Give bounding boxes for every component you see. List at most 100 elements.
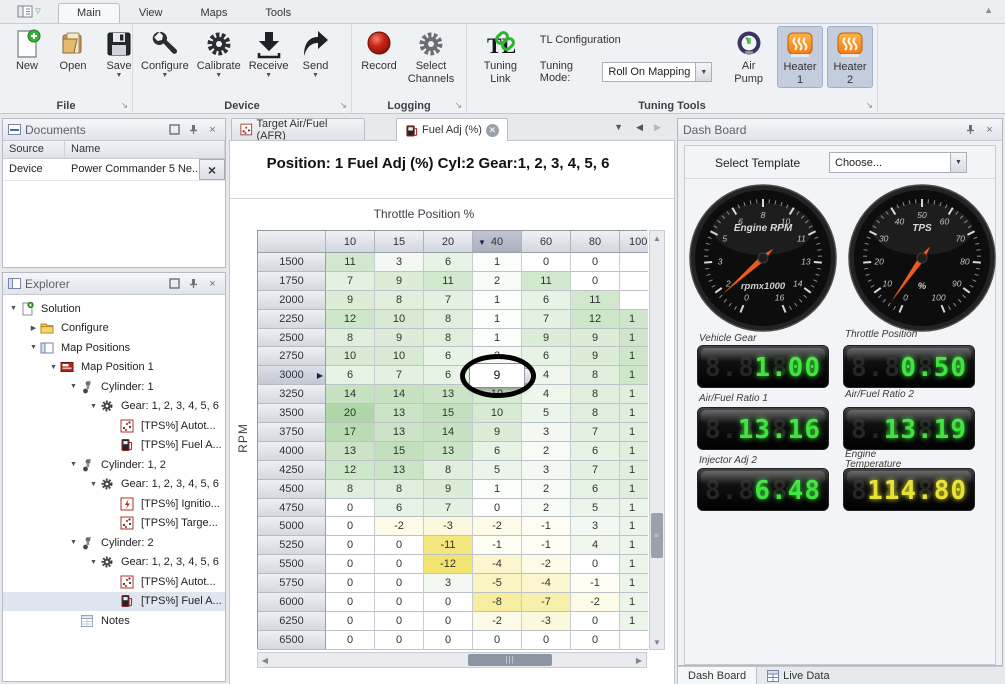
cell-5500-10[interactable]: 0 [326,555,375,574]
column-header-name[interactable]: Name [65,141,225,158]
ribbon-collapse-icon[interactable]: ▲ [984,5,993,15]
row-header-4250[interactable]: 4250 [258,461,326,480]
cell-4250-100[interactable]: 1 [620,461,648,480]
tuning-mode-dropdown[interactable]: Roll On Mapping ▼ [602,62,712,82]
expander-open-icon[interactable]: ▼ [67,539,80,546]
tuning-tools-dialog-launcher-icon[interactable]: ↘ [865,100,873,111]
template-dropdown-arrow[interactable]: ▼ [950,153,966,172]
cell-2250-60[interactable]: 7 [522,310,571,329]
cell-1500-40[interactable]: 1 [473,253,522,272]
cell-1500-10[interactable]: 11 [326,253,375,272]
cell-4000-10[interactable]: 13 [326,442,375,461]
cell-5000-100[interactable]: 1 [620,517,648,536]
row-header-4500[interactable]: 4500 [258,480,326,499]
close-icon[interactable]: × [982,122,997,137]
configure-dropdown-arrow[interactable]: ▼ [161,73,168,79]
cell-2500-60[interactable]: 9 [522,329,571,348]
cell-2500-15[interactable]: 9 [375,329,424,348]
cell-3500-80[interactable]: 8 [571,404,620,423]
cell-1500-80[interactable]: 0 [571,253,620,272]
record-button[interactable]: Record [356,26,402,73]
cell-3000-80[interactable]: 8 [571,366,620,385]
cell-2500-80[interactable]: 9 [571,329,620,348]
cell-4250-40[interactable]: 5 [473,461,522,480]
tab-close-icon[interactable]: ✕ [486,124,499,137]
cell-5750-10[interactable]: 0 [326,574,375,593]
cell-5500-100[interactable]: 1 [620,555,648,574]
cell-3000-100[interactable]: 1 [620,366,648,385]
vertical-scrollbar[interactable]: ▲ ≡ ▼ [649,230,665,650]
horizontal-scrollbar-thumb[interactable]: ||| [468,654,552,666]
column-header-20[interactable]: 20 [424,231,473,253]
scroll-down-icon[interactable]: ▼ [650,635,664,649]
cell-5500-80[interactable]: 0 [571,555,620,574]
cell-1750-40[interactable]: 2 [473,272,522,291]
row-header-4750[interactable]: 4750 [258,499,326,518]
cell-2000-60[interactable]: 6 [522,291,571,310]
close-icon[interactable]: × [205,122,220,137]
cell-4250-10[interactable]: 12 [326,461,375,480]
receive-button[interactable]: Receive▼ [245,26,293,79]
row-header-3250[interactable]: 3250 [258,385,326,404]
cell-6000-20[interactable]: 0 [424,593,473,612]
tuning-link-button[interactable]: TL Tuning Link [471,26,530,86]
cell-4000-100[interactable]: 1 [620,442,648,461]
cell-6250-60[interactable]: -3 [522,612,571,631]
column-header-source[interactable]: Source [3,141,65,158]
expander-open-icon[interactable]: ▼ [87,481,100,488]
row-header-6000[interactable]: 6000 [258,593,326,612]
row-header-4000[interactable]: 4000 [258,442,326,461]
cell-2000-80[interactable]: 11 [571,291,620,310]
column-header-40[interactable]: ▼40 [473,231,522,253]
row-header-5250[interactable]: 5250 [258,536,326,555]
cell-6500-100[interactable] [620,631,648,650]
cell-6000-10[interactable]: 0 [326,593,375,612]
cell-1750-15[interactable]: 9 [375,272,424,291]
cell-4000-60[interactable]: 2 [522,442,571,461]
document-close-button[interactable]: × [199,159,225,180]
cell-2250-10[interactable]: 12 [326,310,375,329]
document-row[interactable]: Device Power Commander 5 Ne... × [3,159,225,181]
row-header-2500[interactable]: 2500 [258,329,326,348]
row-header-3500[interactable]: 3500 [258,404,326,423]
column-header-15[interactable]: 15 [375,231,424,253]
quick-access-toolbar[interactable]: ▽ [0,0,58,23]
tree-item-tps-autot[interactable]: [TPS%] Autot... [3,416,225,436]
cell-5750-80[interactable]: -1 [571,574,620,593]
cell-2000-10[interactable]: 9 [326,291,375,310]
tuning-mode-dropdown-arrow[interactable]: ▼ [695,63,711,81]
cell-3250-15[interactable]: 14 [375,385,424,404]
vertical-scrollbar-thumb[interactable]: ≡ [651,513,663,558]
cell-2500-20[interactable]: 8 [424,329,473,348]
tab-scroll-right-icon[interactable]: ▶ [654,122,661,133]
cell-5250-40[interactable]: -1 [473,536,522,555]
cell-5250-100[interactable]: 1 [620,536,648,555]
cell-3250-100[interactable]: 1 [620,385,648,404]
cell-6000-15[interactable]: 0 [375,593,424,612]
column-header-100[interactable]: 100 [620,231,648,253]
cell-2250-20[interactable]: 8 [424,310,473,329]
cell-5000-80[interactable]: 3 [571,517,620,536]
cell-4250-20[interactable]: 8 [424,461,473,480]
tab-fuel-adj[interactable]: Fuel Adj (%) ✕ [396,118,508,141]
cell-1750-80[interactable]: 0 [571,272,620,291]
cell-1500-15[interactable]: 3 [375,253,424,272]
tree-item-tps-targe[interactable]: [TPS%] Targe... [3,514,225,534]
row-header-5000[interactable]: 5000 [258,517,326,536]
cell-2750-100[interactable]: 1 [620,347,648,366]
cell-6250-20[interactable]: 0 [424,612,473,631]
maximize-icon[interactable] [167,122,182,137]
device-dialog-launcher-icon[interactable]: ↘ [339,100,347,111]
row-header-3000[interactable]: 3000▶ [258,366,326,385]
tree-item-tps-fuel-a[interactable]: [TPS%] Fuel A... [3,592,225,612]
horizontal-scrollbar[interactable]: ◀ ||| ▶ [257,652,647,668]
cell-5000-10[interactable]: 0 [326,517,375,536]
tree-item-configure[interactable]: ▶Configure [3,319,225,339]
row-header-2000[interactable]: 2000 [258,291,326,310]
cell-3750-100[interactable]: 1 [620,423,648,442]
tab-dash-board[interactable]: Dash Board [677,667,757,684]
cell-5000-20[interactable]: -3 [424,517,473,536]
expander-open-icon[interactable]: ▼ [27,344,40,351]
pin-icon[interactable] [186,276,201,291]
cell-1750-100[interactable] [620,272,648,291]
